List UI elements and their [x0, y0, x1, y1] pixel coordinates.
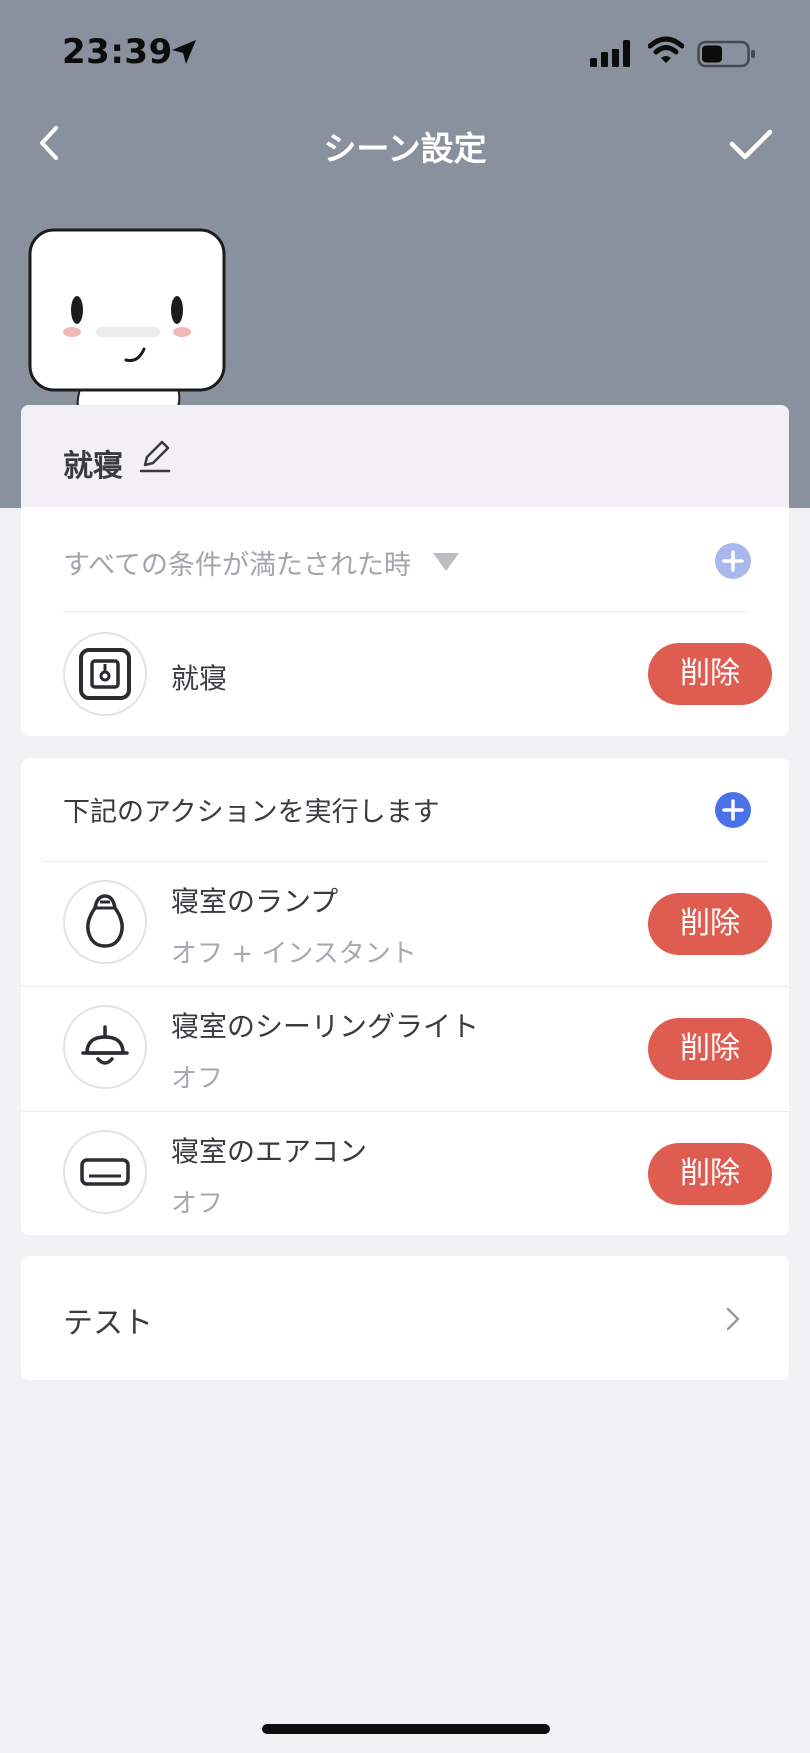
divider [42, 861, 768, 862]
action-subtitle: オフ [171, 1064, 224, 1094]
condition-icon-circle [63, 632, 147, 716]
ceiling-light-icon [81, 1025, 129, 1065]
battery-icon [697, 40, 755, 68]
divider [21, 1111, 789, 1112]
plus-circle-icon [715, 543, 751, 579]
page-title: シーン設定 [323, 129, 487, 168]
delete-action-button[interactable]: 削除 [648, 893, 772, 955]
action-title: 寝室のシーリングライト [171, 1010, 480, 1043]
test-label: テスト [63, 1306, 153, 1341]
plus-circle-icon [715, 792, 751, 828]
conditions-header[interactable]: すべての条件が満たされた時 [63, 543, 411, 582]
confirm-button[interactable] [726, 122, 776, 168]
cellular-signal-icon [590, 40, 630, 67]
delete-action-button[interactable]: 削除 [648, 1143, 772, 1205]
status-time: 23:39 [62, 32, 173, 72]
mascot-illustration [28, 228, 226, 407]
delete-condition-button[interactable]: 削除 [648, 643, 772, 705]
action-icon-circle [63, 1130, 147, 1214]
air-conditioner-icon [80, 1158, 130, 1186]
delete-action-button[interactable]: 削除 [648, 1018, 772, 1080]
scene-name: 就寝 [63, 449, 123, 484]
location-arrow-icon [172, 40, 196, 64]
chevron-right-icon [726, 1307, 740, 1331]
action-subtitle: オフ + インスタント [171, 939, 417, 969]
status-bar: 23:39 [0, 0, 810, 100]
divider [63, 611, 747, 612]
dropdown-triangle-icon[interactable] [431, 551, 461, 573]
action-title: 寝室のエアコン [171, 1135, 368, 1168]
action-subtitle: オフ [171, 1189, 224, 1219]
divider [21, 986, 789, 987]
scene-name-bar[interactable]: 就寝 [21, 405, 789, 507]
scene-tag-icon [79, 648, 131, 700]
add-condition-button[interactable] [715, 543, 751, 579]
test-row[interactable]: テスト [21, 1256, 789, 1380]
bulb-icon [86, 894, 124, 948]
actions-header: 下記のアクションを実行します [63, 797, 440, 828]
edit-pencil-icon[interactable] [137, 437, 173, 475]
action-icon-circle [63, 1005, 147, 1089]
scene-conditions-card: 就寝 すべての条件が満たされた時 就寝 削除 [21, 405, 789, 736]
add-action-button[interactable] [715, 792, 751, 828]
home-indicator[interactable] [262, 1724, 550, 1734]
checkmark-icon [729, 129, 773, 160]
wifi-icon [648, 36, 684, 63]
condition-title: 就寝 [171, 662, 228, 695]
action-icon-circle [63, 880, 147, 964]
action-title: 寝室のランプ [171, 885, 339, 918]
actions-card: 下記のアクションを実行します 寝室のランプ オフ + インスタント 削除 寝室の… [21, 758, 789, 1235]
